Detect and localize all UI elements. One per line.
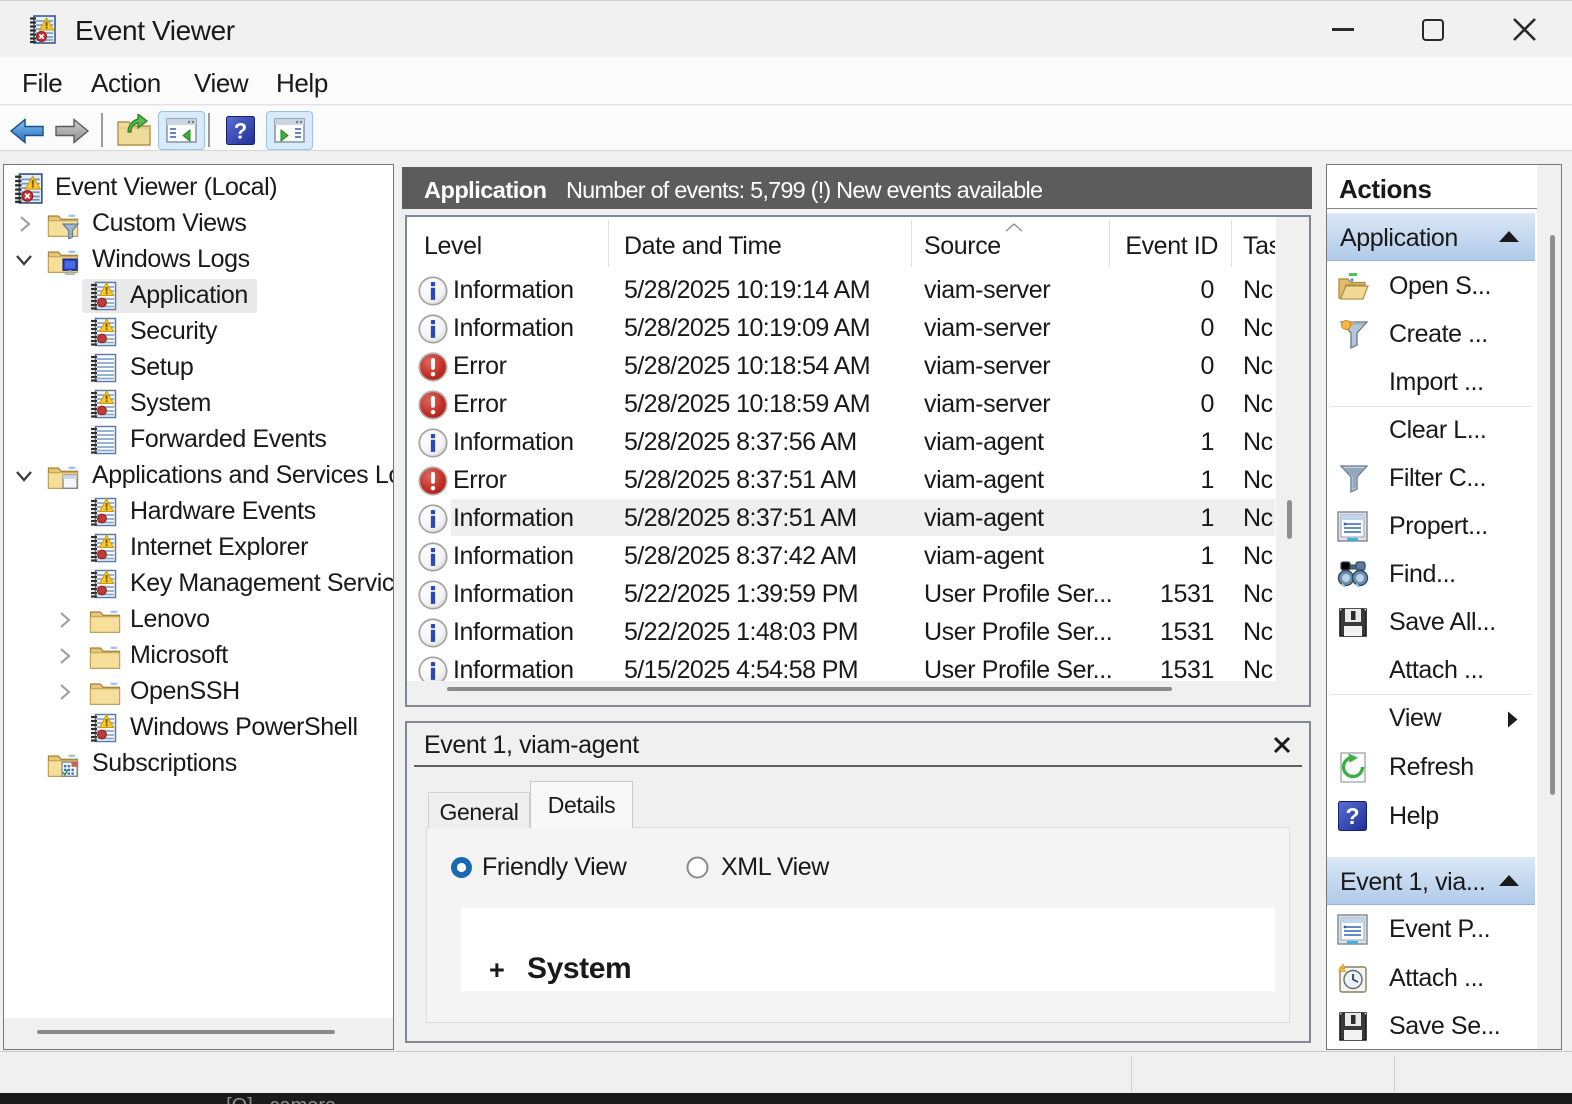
svg-text:?: ? xyxy=(234,119,247,144)
svg-text:?: ? xyxy=(1345,803,1359,829)
